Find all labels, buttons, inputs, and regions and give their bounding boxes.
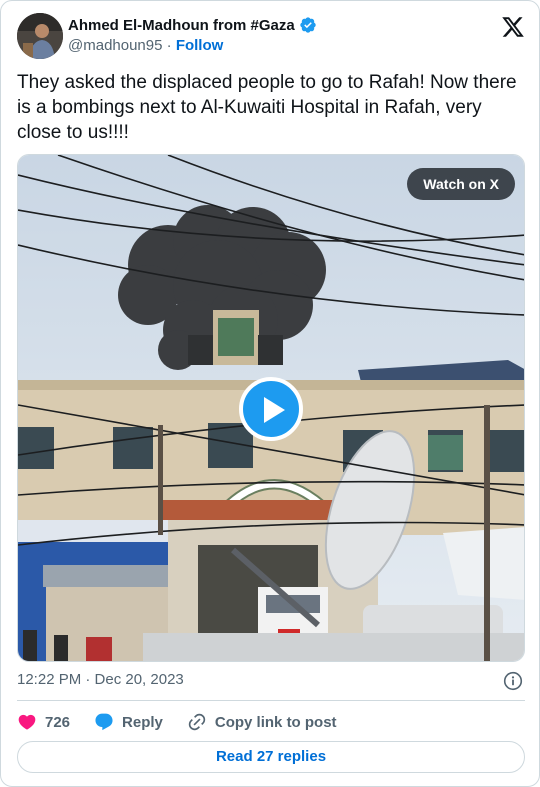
play-icon <box>264 397 285 423</box>
reply-label: Reply <box>122 713 163 731</box>
copy-link-button[interactable]: Copy link to post <box>187 712 337 732</box>
tweet-card: Ahmed El-Madhoun from #Gaza @madhoun95 ·… <box>0 0 540 787</box>
action-bar: 726 Reply Copy link to post <box>17 711 337 733</box>
copy-link-label: Copy link to post <box>214 713 337 731</box>
read-replies-button[interactable]: Read 27 replies <box>17 741 525 773</box>
play-button[interactable] <box>239 377 303 441</box>
timestamp[interactable]: 12:22 PM · Dec 20, 2023 <box>17 671 184 688</box>
watch-on-x-button[interactable]: Watch on X <box>407 168 515 200</box>
verified-badge-icon <box>299 16 317 34</box>
follow-button[interactable]: Follow <box>176 37 224 54</box>
avatar[interactable] <box>17 13 63 59</box>
divider <box>17 700 525 701</box>
display-name[interactable]: Ahmed El-Madhoun from #Gaza <box>68 17 295 34</box>
like-count: 726 <box>45 713 71 731</box>
reply-button[interactable]: Reply <box>94 712 163 732</box>
link-icon <box>188 713 206 731</box>
separator: · <box>162 37 176 54</box>
video-media[interactable]: Watch on X <box>17 154 525 662</box>
name-row: Ahmed El-Madhoun from #Gaza <box>68 16 317 34</box>
x-logo-icon[interactable] <box>501 15 525 39</box>
like-button[interactable]: 726 <box>17 712 70 732</box>
handle[interactable]: @madhoun95 <box>68 37 162 54</box>
heart-icon <box>18 714 36 730</box>
reply-bubble-icon <box>95 713 113 731</box>
tweet-header: Ahmed El-Madhoun from #Gaza @madhoun95 ·… <box>17 13 525 61</box>
info-icon[interactable] <box>503 671 523 691</box>
timestamp-row: 12:22 PM · Dec 20, 2023 <box>17 671 525 691</box>
handle-row: @madhoun95 · Follow <box>68 37 223 54</box>
tweet-text: They asked the displaced people to go to… <box>17 72 517 143</box>
